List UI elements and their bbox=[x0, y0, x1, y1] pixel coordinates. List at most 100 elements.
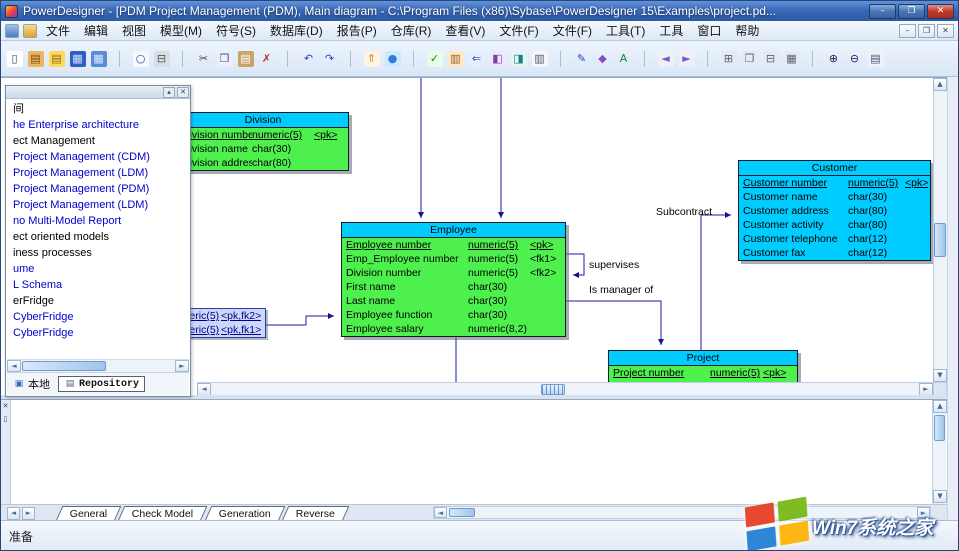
forward-icon[interactable]: ► bbox=[676, 45, 697, 73]
vertical-scroll-thumb[interactable] bbox=[934, 415, 945, 441]
relationship-line[interactable] bbox=[266, 316, 334, 325]
delete-icon[interactable]: ✗ bbox=[256, 45, 277, 73]
horizontal-scroll-thumb[interactable] bbox=[22, 361, 106, 371]
window-horizontal-icon[interactable]: ⊟ bbox=[760, 45, 781, 73]
panel-close-icon[interactable]: ✕ bbox=[177, 87, 189, 98]
menu-item[interactable]: 帮助 bbox=[728, 22, 766, 40]
paste-icon[interactable]: ▤ bbox=[235, 45, 256, 73]
tree-item[interactable]: he Enterprise architecture bbox=[7, 117, 189, 133]
properties-icon[interactable]: ▤ bbox=[865, 45, 886, 73]
browser-panel-gripbar[interactable]: ▴ ✕ bbox=[6, 86, 190, 99]
tab-scroll-right-icon[interactable]: ► bbox=[22, 507, 35, 520]
new-document-icon[interactable]: ▯ bbox=[4, 45, 25, 73]
tab-scroll-left-icon[interactable]: ◄ bbox=[7, 507, 20, 520]
merge-model-icon[interactable]: ◧ bbox=[487, 45, 508, 73]
zoom-out-icon[interactable]: ⊖ bbox=[844, 45, 865, 73]
table-division[interactable]: Division Division number numeric(5) <pk>… bbox=[177, 112, 349, 171]
tree-item[interactable]: erFridge bbox=[7, 293, 189, 309]
scroll-up-icon[interactable]: ▲ bbox=[933, 400, 947, 413]
relationship-line[interactable] bbox=[566, 254, 584, 275]
output-horizontal-scrollbar[interactable]: ◄ ► bbox=[433, 506, 931, 519]
zoom-in-icon[interactable]: ⊕ bbox=[823, 45, 844, 73]
scroll-up-icon[interactable]: ▲ bbox=[933, 78, 947, 91]
vertical-scroll-thumb[interactable] bbox=[934, 223, 946, 257]
tree-item[interactable]: 间 bbox=[7, 101, 189, 117]
scroll-left-icon[interactable]: ◄ bbox=[7, 360, 21, 372]
output-tab[interactable]: Reverse bbox=[281, 506, 349, 521]
copy-icon[interactable]: ❐ bbox=[214, 45, 235, 73]
relationship-label-supervises[interactable]: supervises bbox=[589, 259, 639, 271]
menu-item[interactable]: 窗口 bbox=[690, 22, 728, 40]
child-restore-icon[interactable]: ❐ bbox=[918, 24, 935, 38]
titlebar[interactable]: PowerDesigner - [PDM Project Management … bbox=[1, 1, 958, 21]
menu-item[interactable]: 工具(T) bbox=[599, 22, 652, 40]
menu-item[interactable]: 工具 bbox=[652, 22, 690, 40]
insert-symbol-icon[interactable]: ⇑ bbox=[361, 45, 382, 73]
save-icon[interactable]: ▦ bbox=[67, 45, 88, 73]
scroll-down-icon[interactable]: ▼ bbox=[933, 369, 947, 382]
open-model-icon[interactable]: ▤ bbox=[46, 45, 67, 73]
menu-item[interactable]: 文件(F) bbox=[546, 22, 599, 40]
tree-item[interactable]: ect Management bbox=[7, 133, 189, 149]
compare-models-icon[interactable]: ◨ bbox=[508, 45, 529, 73]
tab-repository[interactable]: ▤ Repository bbox=[58, 376, 145, 392]
relationship-label-subcontract[interactable]: Subcontract bbox=[656, 206, 712, 218]
horizontal-scroll-thumb[interactable] bbox=[449, 508, 475, 517]
tree-item[interactable]: iness processes bbox=[7, 245, 189, 261]
menu-item[interactable]: 查看(V) bbox=[438, 22, 492, 40]
redo-icon[interactable]: ↷ bbox=[319, 45, 340, 73]
brush-icon[interactable]: ◆ bbox=[592, 45, 613, 73]
menu-item[interactable]: 视图 bbox=[115, 22, 153, 40]
output-tab[interactable]: Generation bbox=[204, 506, 285, 521]
output-vertical-scrollbar[interactable]: ▲ ▼ bbox=[932, 400, 946, 504]
output-content[interactable] bbox=[11, 400, 932, 504]
tree-item[interactable]: no Multi-Model Report bbox=[7, 213, 189, 229]
menu-item[interactable]: 仓库(R) bbox=[384, 22, 439, 40]
generate-database-icon[interactable]: ▥ bbox=[445, 45, 466, 73]
horizontal-scroll-thumb[interactable] bbox=[541, 384, 565, 395]
browser-horizontal-scrollbar[interactable]: ◄ ► bbox=[7, 359, 189, 372]
menu-item[interactable]: 数据库(D) bbox=[263, 22, 330, 40]
find-icon[interactable]: ○ bbox=[130, 45, 151, 73]
table-employee[interactable]: Employee Employee number numeric(5) <pk>… bbox=[341, 222, 566, 337]
child-minimize-icon[interactable]: – bbox=[899, 24, 916, 38]
menu-item[interactable]: 编辑 bbox=[77, 22, 115, 40]
minimize-icon[interactable]: – bbox=[869, 4, 896, 19]
window-tile-icon[interactable]: ⊞ bbox=[718, 45, 739, 73]
menu-item[interactable]: 文件(F) bbox=[492, 22, 545, 40]
child-system-icon[interactable] bbox=[5, 24, 19, 38]
output-close-icon[interactable]: ✕ bbox=[1, 402, 10, 411]
save-all-icon[interactable]: ▦ bbox=[88, 45, 109, 73]
back-icon[interactable]: ◄ bbox=[655, 45, 676, 73]
scroll-down-icon[interactable]: ▼ bbox=[933, 490, 947, 503]
web-globe-icon[interactable]: ● bbox=[382, 45, 403, 73]
font-icon[interactable]: A bbox=[613, 45, 634, 73]
close-icon[interactable]: ✕ bbox=[927, 4, 954, 19]
menu-item[interactable]: 符号(S) bbox=[209, 22, 263, 40]
menu-item[interactable]: 文件 bbox=[39, 22, 77, 40]
tree-item[interactable]: Project Management (LDM) bbox=[7, 165, 189, 181]
tree-item[interactable]: Project Management (PDM) bbox=[7, 181, 189, 197]
scroll-right-icon[interactable]: ► bbox=[919, 383, 933, 395]
cut-icon[interactable]: ✂ bbox=[193, 45, 214, 73]
child-close-icon[interactable]: ✕ bbox=[937, 24, 954, 38]
output-tab[interactable]: Check Model bbox=[118, 506, 208, 521]
menu-item[interactable]: 报告(P) bbox=[330, 22, 384, 40]
tab-local[interactable]: ▣ 本地 bbox=[13, 376, 50, 392]
model-document-icon[interactable] bbox=[23, 24, 37, 38]
canvas-horizontal-scrollbar[interactable] bbox=[197, 382, 933, 395]
tree-item[interactable]: ect oriented models bbox=[7, 229, 189, 245]
scroll-right-icon[interactable]: ► bbox=[175, 360, 189, 372]
print-icon[interactable]: ⊟ bbox=[151, 45, 172, 73]
scroll-left-icon[interactable]: ◄ bbox=[197, 383, 211, 395]
window-list-icon[interactable]: ▦ bbox=[781, 45, 802, 73]
scroll-left-icon[interactable]: ◄ bbox=[434, 507, 447, 518]
reverse-engineer-icon[interactable]: ⇐ bbox=[466, 45, 487, 73]
tree-item[interactable]: CyberFridge bbox=[7, 325, 189, 341]
maximize-icon[interactable]: ❐ bbox=[898, 4, 925, 19]
relationship-label-is-manager-of[interactable]: Is manager of bbox=[589, 284, 653, 296]
tree-item[interactable]: Project Management (LDM) bbox=[7, 197, 189, 213]
panel-collapse-icon[interactable]: ▴ bbox=[163, 87, 175, 98]
window-cascade-icon[interactable]: ❐ bbox=[739, 45, 760, 73]
tree-item[interactable]: ume bbox=[7, 261, 189, 277]
